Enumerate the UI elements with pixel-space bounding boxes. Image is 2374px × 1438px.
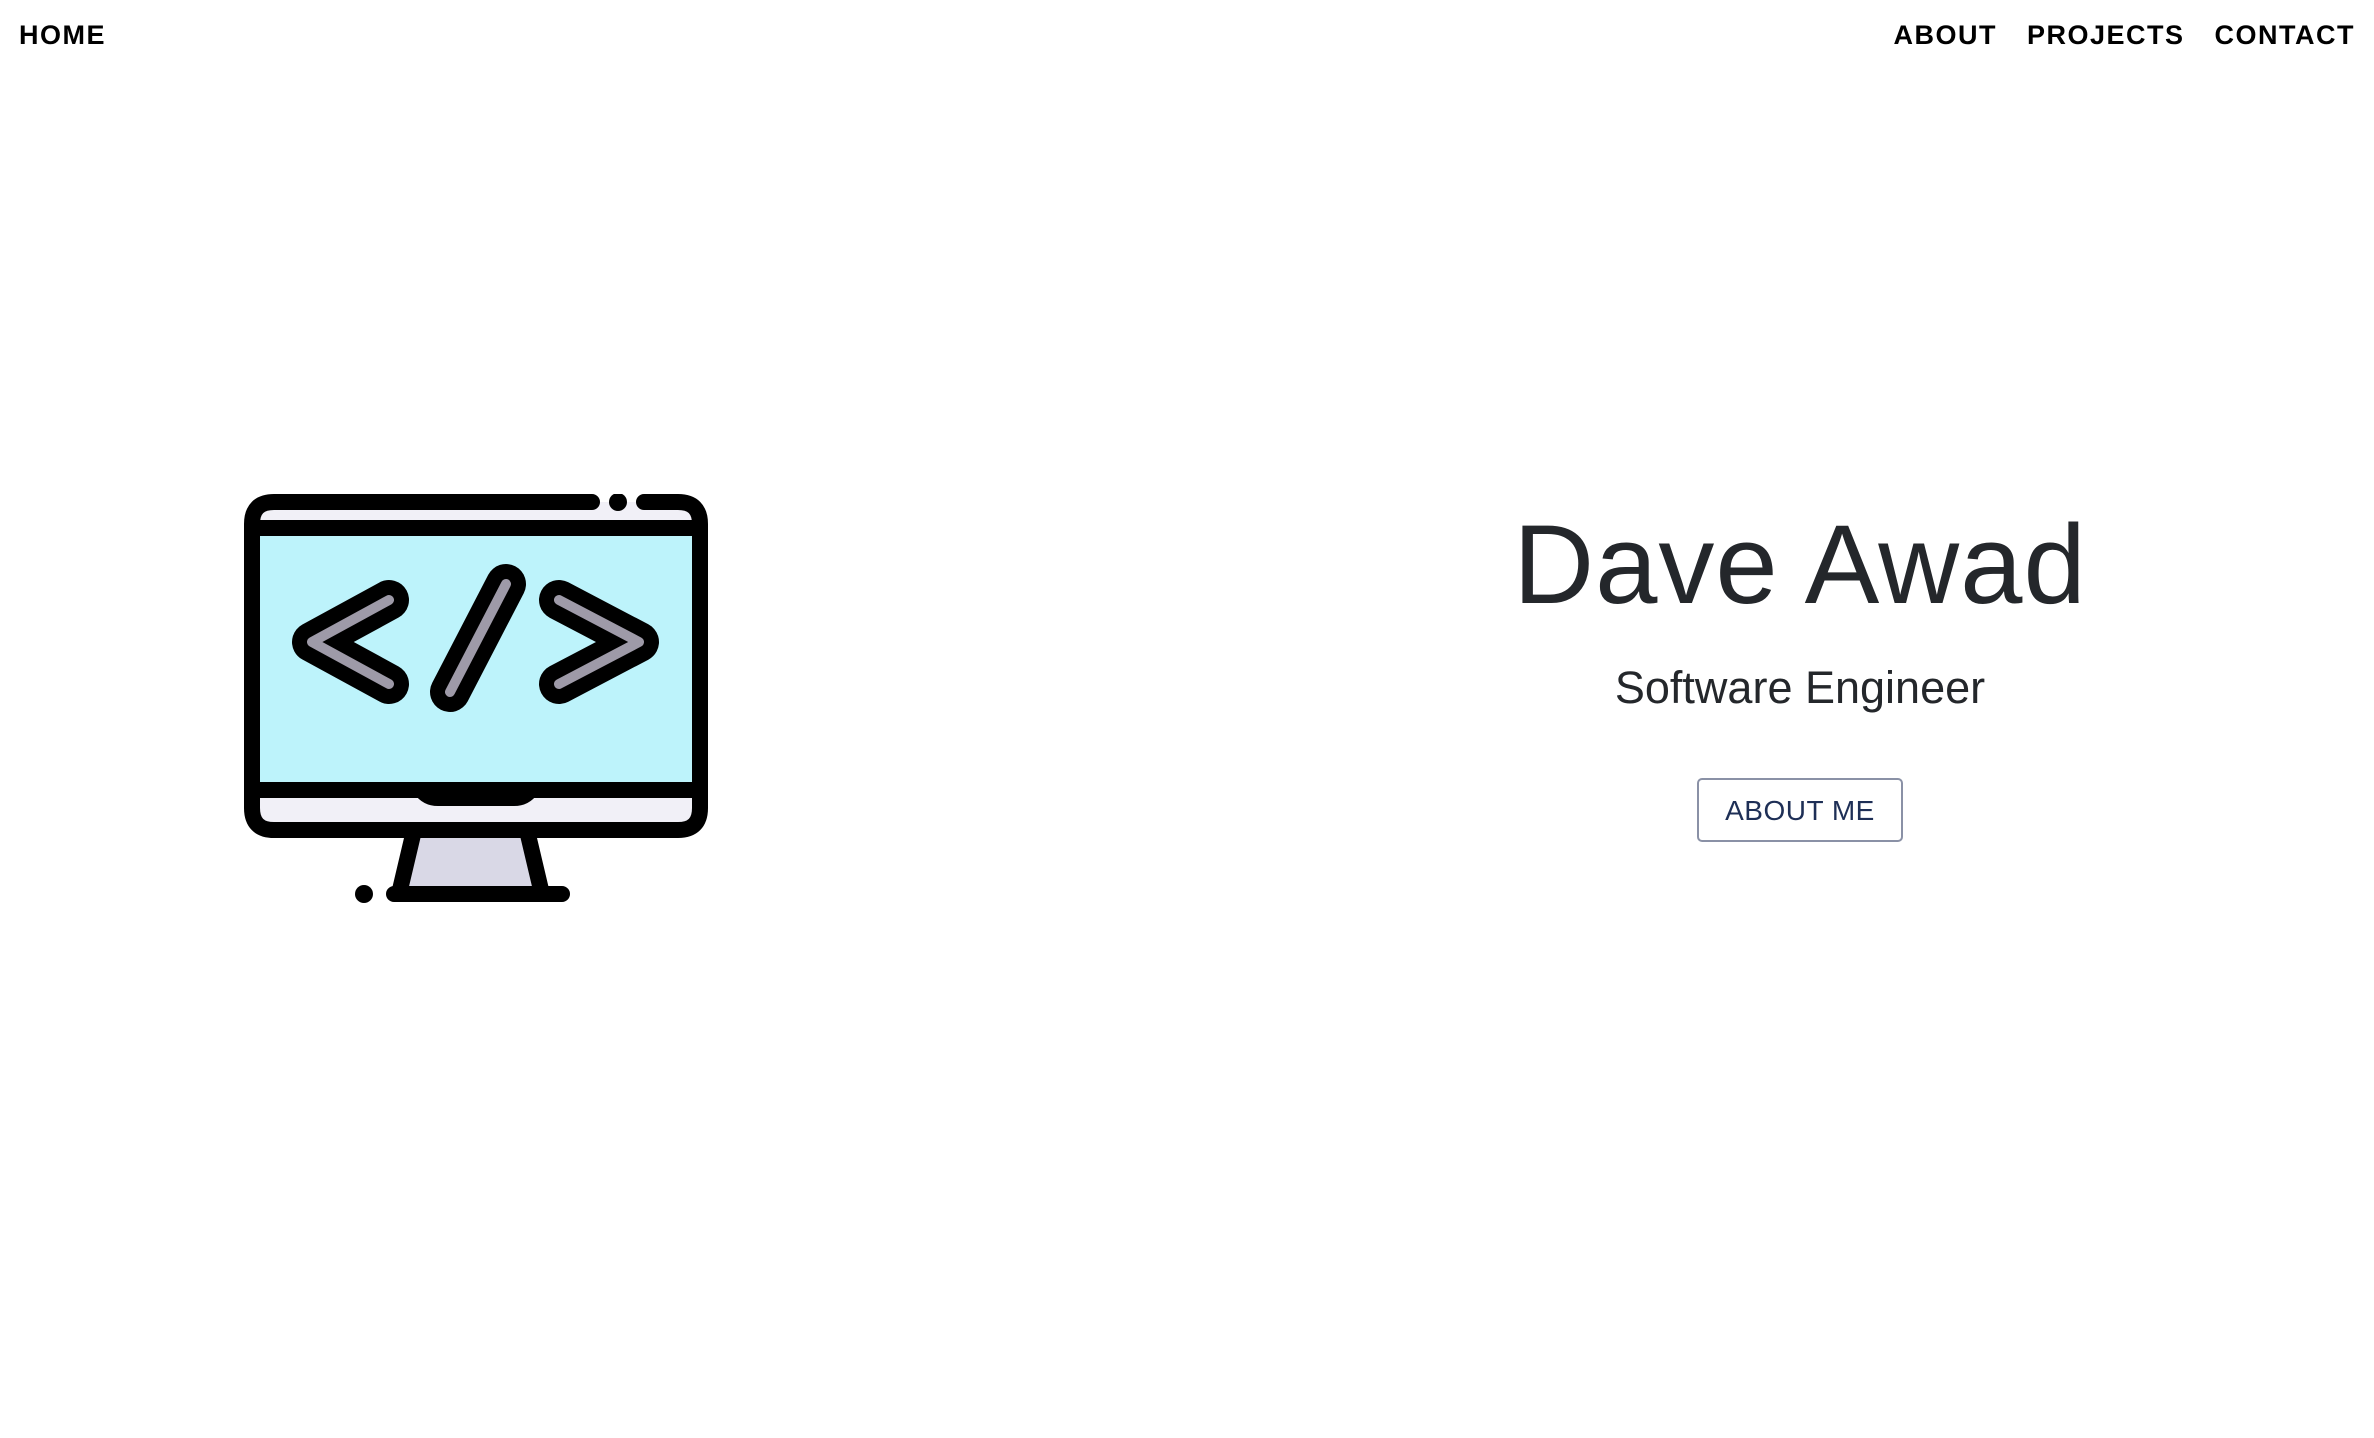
- nav-about-link[interactable]: ABOUT: [1893, 19, 1997, 51]
- top-nav: HOME ABOUT PROJECTS CONTACT: [0, 0, 2374, 70]
- hero-section: Dave Awad Software Engineer ABOUT ME: [1300, 490, 2300, 842]
- nav-projects-link[interactable]: PROJECTS: [2027, 19, 2185, 51]
- page: HOME ABOUT PROJECTS CONTACT Dave Awad So…: [0, 0, 2374, 1438]
- about-me-button[interactable]: ABOUT ME: [1697, 778, 1903, 842]
- nav-home-link[interactable]: HOME: [19, 19, 106, 51]
- nav-contact-link[interactable]: CONTACT: [2215, 19, 2355, 51]
- monitor-base-dot: [355, 885, 373, 903]
- nav-right-links: ABOUT PROJECTS CONTACT: [1893, 19, 2355, 51]
- monitor-notch: [414, 786, 538, 806]
- hero-role: Software Engineer: [1614, 662, 1986, 713]
- monitor-code-icon: [244, 494, 708, 903]
- hero-name: Dave Awad: [1513, 502, 2087, 627]
